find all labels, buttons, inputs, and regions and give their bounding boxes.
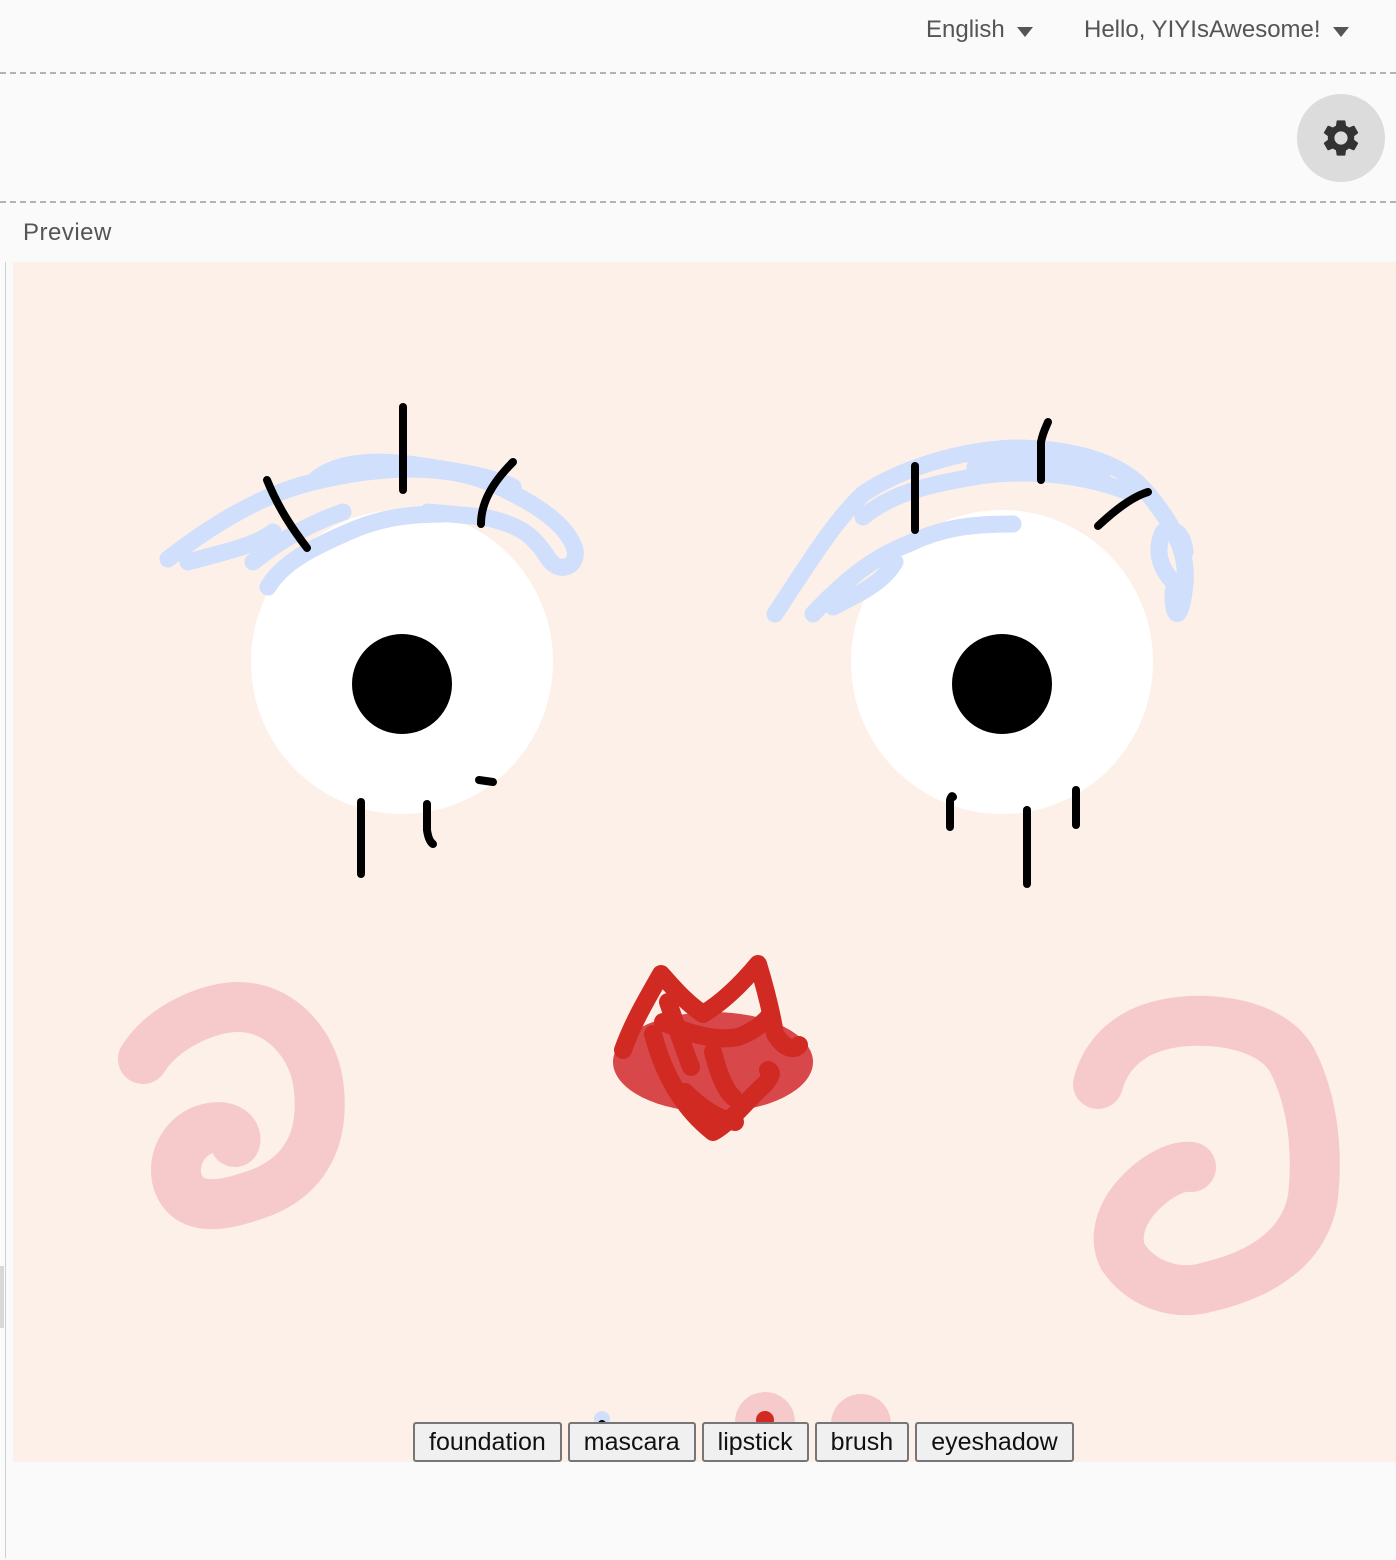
settings-button[interactable] bbox=[1297, 94, 1385, 182]
makeup-canvas[interactable] bbox=[13, 262, 1396, 1462]
tool-bar: foundation mascara lipstick brush eyesha… bbox=[413, 1422, 1074, 1462]
left-border bbox=[5, 262, 6, 1558]
scroll-handle[interactable] bbox=[0, 1266, 4, 1328]
chevron-down-icon bbox=[1016, 26, 1033, 37]
foundation-button[interactable]: foundation bbox=[413, 1422, 562, 1462]
preview-label: Preview bbox=[23, 219, 112, 246]
mascara-button[interactable]: mascara bbox=[567, 1422, 696, 1462]
section-divider bbox=[0, 201, 1396, 203]
language-dropdown[interactable]: English bbox=[926, 16, 1033, 44]
user-greeting: Hello, YIYIsAwesome! bbox=[1084, 16, 1321, 43]
left-pupil bbox=[352, 634, 452, 734]
chevron-down-icon bbox=[1332, 26, 1349, 37]
brush-button[interactable]: brush bbox=[814, 1422, 910, 1462]
user-menu-dropdown[interactable]: Hello, YIYIsAwesome! bbox=[1084, 16, 1349, 44]
top-bar: English Hello, YIYIsAwesome! bbox=[0, 0, 1396, 72]
language-label: English bbox=[926, 16, 1005, 43]
right-pupil bbox=[952, 634, 1052, 734]
gear-icon bbox=[1323, 120, 1359, 156]
header-divider bbox=[0, 72, 1396, 74]
eyeshadow-button[interactable]: eyeshadow bbox=[915, 1422, 1074, 1462]
lipstick-button[interactable]: lipstick bbox=[701, 1422, 809, 1462]
